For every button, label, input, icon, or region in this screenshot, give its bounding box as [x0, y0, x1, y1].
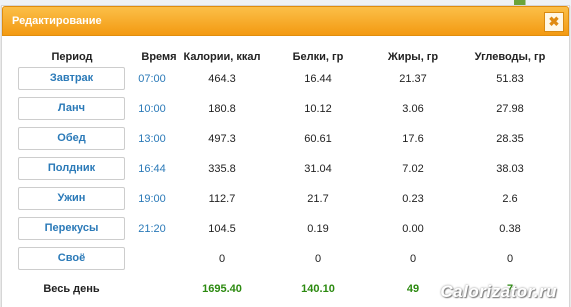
period-button-breakfast[interactable]: Завтрак: [18, 67, 125, 90]
dialog-title: Редактирование: [12, 15, 102, 27]
total-label: Весь день: [43, 283, 100, 295]
period-button-dinner[interactable]: Обед: [18, 127, 125, 150]
carbs-value: 28.35: [496, 133, 524, 145]
header-carbs: Углеводы, гр: [474, 51, 546, 63]
carbs-value: 0: [506, 253, 514, 265]
carbs-value: 2.6: [502, 193, 518, 205]
table-row: Полдник 16:44 335.8 31.04 7.02 38.03: [2, 156, 571, 186]
table-row: Ланч 10:00 180.8 10.12 3.06 27.98: [2, 96, 571, 126]
table-row: Перекусы 21:20 104.5 0.19 0.00 0.38: [2, 216, 571, 246]
table-row: Своё 0 0 0 0: [2, 246, 571, 276]
table-row: Завтрак 07:00 464.3 16.44 21.37 51.83: [2, 66, 571, 96]
table-row: Ужин 19:00 112.7 21.7 0.23 2.6: [2, 186, 571, 216]
close-icon[interactable]: ✖: [544, 12, 564, 32]
edit-dialog: Редактирование ✖ Период Время Калории, к…: [1, 5, 570, 307]
period-button-custom[interactable]: Своё: [18, 247, 125, 270]
carbs-value: 0.38: [499, 223, 521, 235]
table-row: Обед 13:00 497.3 60.61 17.6 28.35: [2, 126, 571, 156]
carbs-value: 51.83: [496, 73, 524, 85]
dialog-titlebar: Редактирование ✖: [2, 6, 569, 36]
carbs-value: 27.98: [496, 103, 524, 115]
period-button-supper[interactable]: Ужин: [18, 187, 125, 210]
carbs-value: 38.03: [496, 163, 524, 175]
watermark-logo: Calorizator.ru: [440, 282, 557, 301]
period-button-snacks[interactable]: Перекусы: [18, 217, 125, 240]
period-button-snack[interactable]: Полдник: [18, 157, 125, 180]
period-button-lunch[interactable]: Ланч: [18, 97, 125, 120]
